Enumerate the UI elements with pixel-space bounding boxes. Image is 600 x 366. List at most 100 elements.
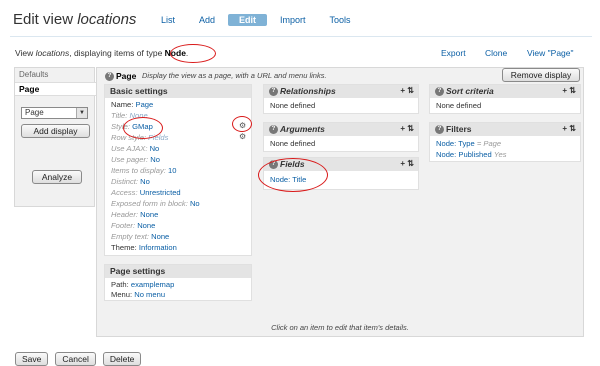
form-actions: Save Cancel Delete	[15, 352, 148, 366]
display-type-select[interactable]: Page ▼	[21, 107, 88, 119]
setting-label: Distinct:	[111, 177, 139, 186]
display-sidebar: Defaults Page Page ▼ Add display Analyze	[14, 67, 96, 207]
tab-tools[interactable]: Tools	[319, 14, 362, 26]
setting-value[interactable]: Page	[136, 100, 154, 109]
annotation-circle-node	[170, 44, 216, 63]
relationships-box: ? Relationships + ⇅ None defined	[263, 84, 419, 114]
setting-footer[interactable]: Footer: None	[111, 221, 155, 230]
title-view-name: locations	[77, 11, 137, 28]
setting-theme[interactable]: Theme: Information	[111, 243, 177, 252]
setting-empty-text[interactable]: Empty text: None	[111, 232, 169, 241]
setting-value[interactable]: examplemap	[131, 280, 174, 289]
arguments-box: ? Arguments + ⇅ None defined	[263, 122, 419, 152]
setting-label: Footer:	[111, 221, 136, 230]
relationships-header: ? Relationships	[264, 85, 418, 98]
add-plus-rearrange-icons[interactable]: + ⇅	[562, 124, 576, 133]
annotation-circle-gmap	[123, 117, 163, 139]
analyze-button[interactable]: Analyze	[32, 170, 82, 184]
help-icon[interactable]: ?	[435, 125, 444, 135]
setting-label: Header:	[111, 210, 139, 219]
view-desc-name: locations	[35, 48, 70, 58]
setting-use-ajax[interactable]: Use AJAX: No	[111, 144, 159, 153]
setting-value[interactable]: None	[151, 232, 169, 241]
relationships-empty: None defined	[270, 101, 316, 110]
chevron-down-icon: ▼	[76, 108, 87, 118]
filter-value: = Page	[476, 139, 502, 148]
setting-value[interactable]: No	[150, 144, 160, 153]
cancel-button[interactable]: Cancel	[55, 352, 96, 366]
display-title: ? Page	[105, 71, 137, 82]
setting-value[interactable]: No menu	[134, 290, 165, 299]
annotation-circle-fields	[258, 158, 328, 192]
tab-edit[interactable]: Edit	[228, 14, 268, 26]
setting-value[interactable]: None	[137, 221, 155, 230]
help-icon[interactable]: ?	[105, 72, 114, 82]
help-icon[interactable]: ?	[269, 87, 278, 97]
filter-item[interactable]: Node: Published Yes	[436, 150, 507, 159]
setting-value[interactable]: No	[190, 199, 200, 208]
setting-label: Path:	[111, 280, 129, 289]
setting-label: Theme:	[111, 243, 137, 252]
sort-criteria-empty: None defined	[436, 101, 482, 110]
add-plus-rearrange-icons[interactable]: + ⇅	[400, 86, 414, 95]
filter-label[interactable]: Node: Published	[436, 150, 492, 159]
setting-label: Use AJAX:	[111, 144, 148, 153]
setting-label: Empty text:	[111, 232, 149, 241]
annotation-circle-gear	[232, 116, 252, 132]
setting-value[interactable]: 10	[168, 166, 176, 175]
add-plus-rearrange-icons[interactable]: + ⇅	[562, 86, 576, 95]
export-link[interactable]: Export	[441, 48, 466, 58]
setting-label: Title:	[111, 111, 128, 120]
help-icon[interactable]: ?	[435, 87, 444, 97]
add-display-button[interactable]: Add display	[21, 124, 90, 138]
tab-add[interactable]: Add	[188, 14, 226, 26]
arguments-title: Arguments	[280, 124, 325, 134]
sort-criteria-header: ? Sort criteria	[430, 85, 580, 98]
filter-item[interactable]: Node: Type = Page	[436, 139, 501, 148]
remove-display-button[interactable]: Remove display	[502, 68, 580, 82]
setting-distinct[interactable]: Distinct: No	[111, 177, 150, 186]
page-title: Edit view locations	[13, 11, 136, 28]
setting-value[interactable]: Information	[139, 243, 177, 252]
help-icon[interactable]: ?	[269, 125, 278, 135]
display-title-text: Page	[116, 71, 137, 81]
primary-tabs: List Add Edit Import Tools	[150, 14, 364, 26]
sidebar-item-defaults[interactable]: Defaults	[19, 70, 48, 79]
setting-name[interactable]: Name: Page	[111, 100, 153, 109]
title-prefix: Edit view	[13, 11, 74, 28]
tab-list[interactable]: List	[150, 14, 186, 26]
view-desc-middle: , displaying items of type	[69, 48, 163, 58]
display-description: Display the view as a page, with a URL a…	[142, 71, 327, 80]
tab-import[interactable]: Import	[269, 14, 317, 26]
setting-value[interactable]: None	[140, 210, 158, 219]
sidebar-item-page[interactable]: Page	[15, 82, 96, 96]
gear-icon[interactable]: ⚙	[239, 132, 246, 141]
setting-header[interactable]: Header: None	[111, 210, 158, 219]
filters-title: Filters	[446, 124, 472, 134]
basic-settings-box: Basic settings Name: Page Title: None St…	[104, 84, 252, 256]
add-plus-rearrange-icons[interactable]: + ⇅	[400, 124, 414, 133]
setting-use-pager[interactable]: Use pager: No	[111, 155, 160, 164]
page-settings-box: Page settings Path: examplemap Menu: No …	[104, 264, 252, 301]
setting-value[interactable]: No	[140, 177, 150, 186]
edit-hint: Click on an item to edit that item's det…	[271, 323, 409, 332]
clone-link[interactable]: Clone	[485, 48, 507, 58]
arguments-empty: None defined	[270, 139, 316, 148]
setting-value[interactable]: No	[150, 155, 160, 164]
setting-label: Access:	[111, 188, 138, 197]
delete-button[interactable]: Delete	[102, 352, 142, 366]
sort-criteria-title: Sort criteria	[446, 86, 494, 96]
setting-access[interactable]: Access: Unrestricted	[111, 188, 181, 197]
header-divider	[10, 36, 592, 37]
view-page-link[interactable]: View "Page"	[527, 48, 574, 58]
filter-label[interactable]: Node: Type	[436, 139, 475, 148]
setting-label: Exposed form in block:	[111, 199, 188, 208]
setting-path[interactable]: Path: examplemap	[111, 280, 174, 289]
save-button[interactable]: Save	[15, 352, 49, 366]
setting-exposed-form[interactable]: Exposed form in block: No	[111, 199, 200, 208]
add-plus-rearrange-icons[interactable]: + ⇅	[400, 159, 414, 168]
relationships-title: Relationships	[280, 86, 336, 96]
setting-menu[interactable]: Menu: No menu	[111, 290, 165, 299]
setting-items-to-display[interactable]: Items to display: 10	[111, 166, 176, 175]
setting-value[interactable]: Unrestricted	[140, 188, 181, 197]
